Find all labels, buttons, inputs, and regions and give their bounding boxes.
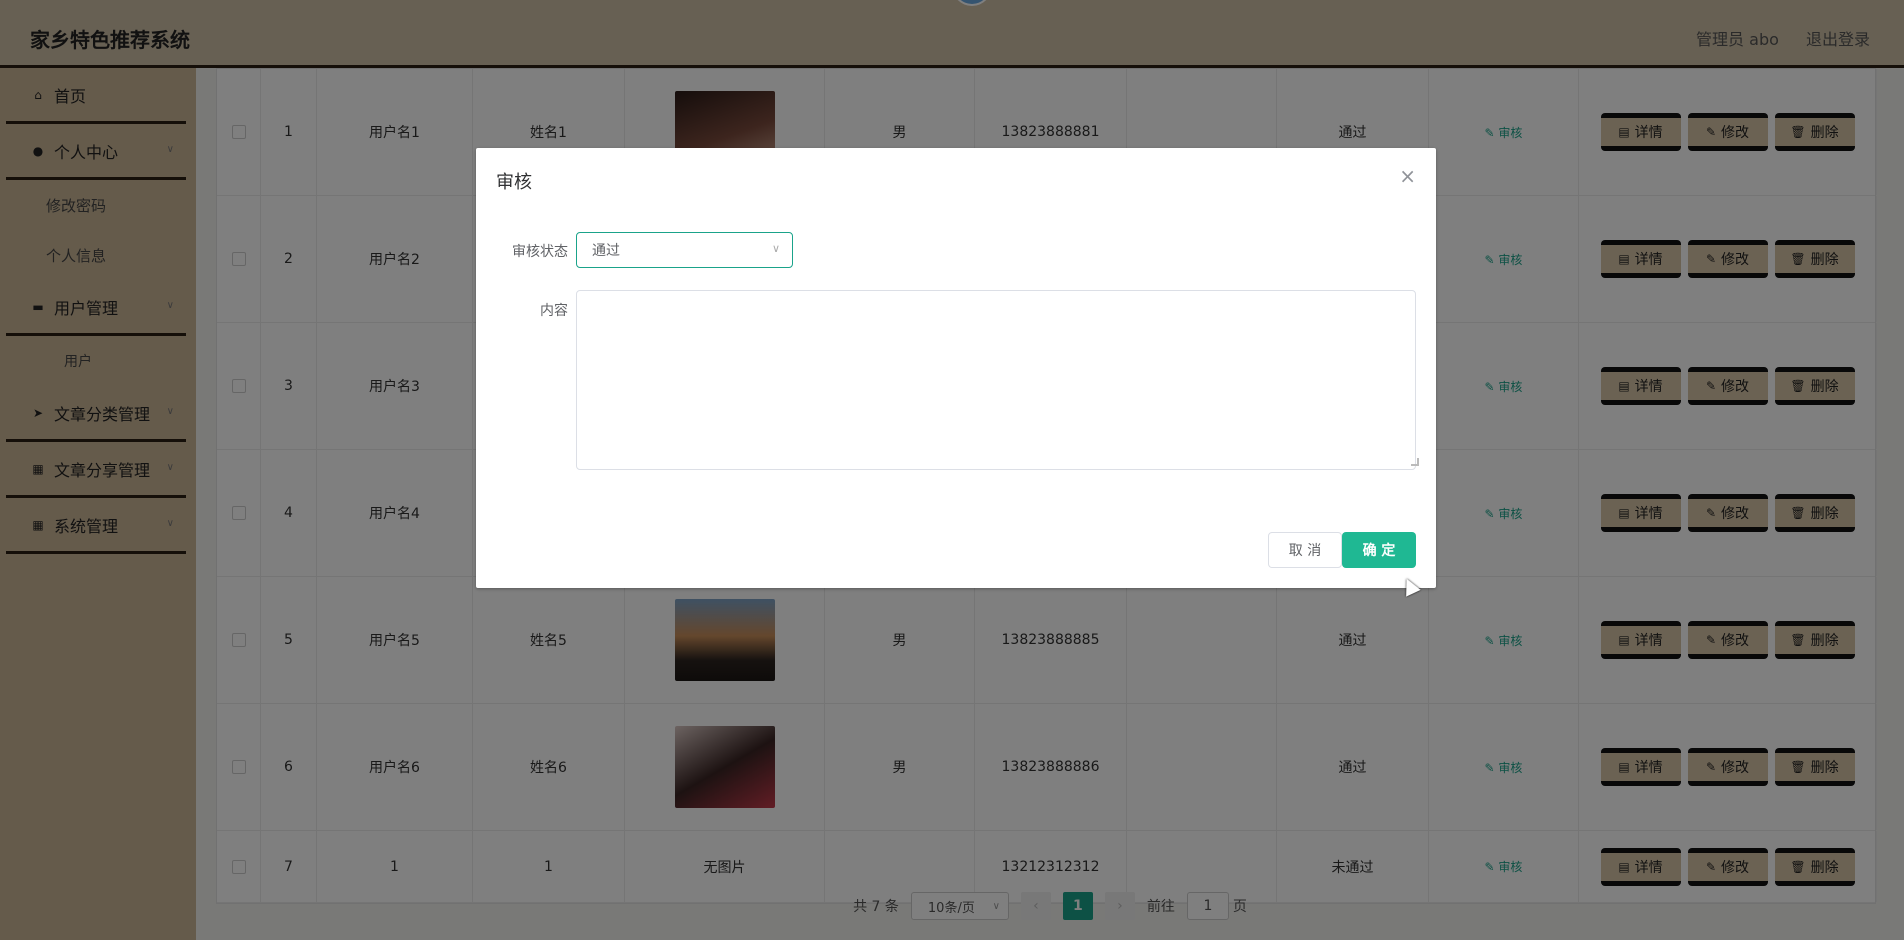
audit-dialog: 审核 × 审核状态 通过 ∨ 内容 取 消 确 定 (476, 148, 1436, 588)
content-textarea[interactable] (576, 290, 1416, 470)
audit-status-label: 审核状态 (512, 244, 568, 260)
content-label: 内容 (540, 303, 568, 319)
audit-status-value: 通过 (592, 243, 620, 259)
confirm-button[interactable]: 确 定 (1342, 532, 1416, 568)
dialog-title: 审核 (496, 172, 532, 193)
resize-handle-icon[interactable] (1411, 458, 1419, 466)
close-icon[interactable]: × (1399, 164, 1416, 188)
chevron-down-icon: ∨ (771, 242, 780, 255)
audit-status-select[interactable]: 通过 ∨ (576, 232, 793, 268)
cancel-button[interactable]: 取 消 (1268, 532, 1342, 568)
